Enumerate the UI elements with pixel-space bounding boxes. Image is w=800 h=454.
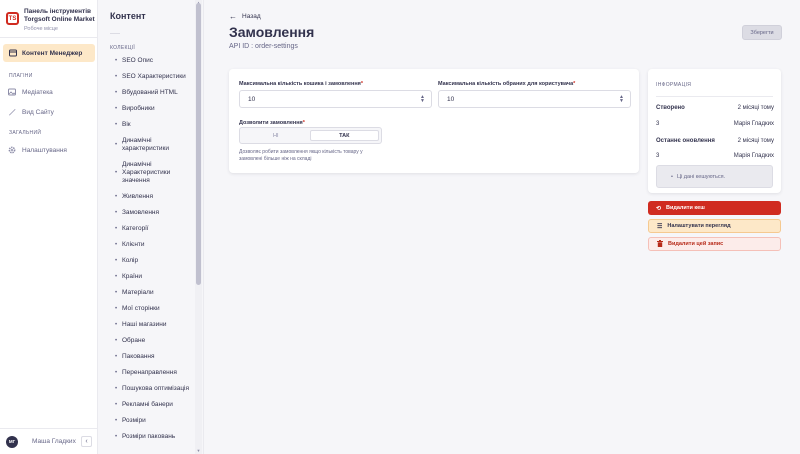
divider: [656, 96, 773, 97]
main-nav: TS Панель інструментів Torgsoft Online M…: [0, 0, 98, 454]
user-footer: МГ Маша Гладких ‹: [0, 428, 98, 454]
list-item[interactable]: • Живлення: [98, 193, 203, 201]
nav-item-settings[interactable]: Налаштування: [8, 144, 67, 156]
list-item[interactable]: • Розміри: [98, 417, 203, 425]
brand-title-line2: Torgsoft Online Market: [24, 16, 95, 23]
list-item[interactable]: • Країни: [98, 273, 203, 281]
allow-orders-hint: Дозволяє робити замовлення якщо кількіст…: [239, 149, 363, 162]
brand: TS Панель інструментів Torgsoft Online M…: [0, 0, 97, 38]
configure-preview-button[interactable]: ☰ Налаштувати перегляд: [648, 219, 781, 233]
nav-item-label: Контент Менеджер: [22, 49, 83, 57]
trash-icon: [657, 239, 663, 249]
nav-item-site-view[interactable]: Вид Сайту: [8, 106, 54, 118]
list-item[interactable]: • Клієнти: [98, 241, 203, 249]
divider: [110, 33, 120, 34]
max-cart-input[interactable]: 10 ▲ ▼: [239, 90, 432, 108]
sidebar-scroll-thumb[interactable]: [196, 3, 201, 285]
list-item[interactable]: • Вбудований HTML: [98, 89, 203, 97]
content-sidebar: Контент КОЛЕКЦІЇ 27 •SEO Опис •SEO Харак…: [98, 0, 204, 454]
allow-orders-toggle[interactable]: НІ ТАК: [239, 127, 382, 144]
brush-icon: [8, 108, 16, 116]
brand-subtitle: Робоче місце: [24, 26, 58, 32]
nav-item-label: Налаштування: [22, 146, 67, 154]
max-favorites-input[interactable]: 10 ▲ ▼: [438, 90, 631, 108]
list-item[interactable]: • Вік: [98, 121, 203, 129]
list-item[interactable]: • SEO Опис: [98, 57, 203, 65]
number-stepper-icon[interactable]: ▲ ▼: [420, 95, 425, 104]
brand-text: Панель інструментів Torgsoft Online Mark…: [24, 8, 95, 37]
nav-section-plugins: ПЛАГІНИ: [9, 73, 33, 79]
info-card: ІНФОРМАЦІЯ Створено 2 місяці тому 3 Марі…: [648, 69, 781, 193]
nav-item-content-manager[interactable]: Контент Менеджер: [3, 44, 95, 62]
chevron-left-icon: ‹: [85, 438, 88, 445]
list-item[interactable]: • Мої сторінки: [98, 305, 203, 313]
list-item[interactable]: • Обране: [98, 337, 203, 345]
delete-entry-button[interactable]: Видалити цей запис: [648, 237, 781, 251]
clear-cache-button[interactable]: ⟲ Видалити кеш: [648, 201, 781, 215]
list-item[interactable]: • Рекламні банери: [98, 401, 203, 409]
image-icon: [8, 88, 16, 96]
list-item[interactable]: • Наші магазини: [98, 321, 203, 329]
collections-list: • SEO Опис • SEO Характеристики • Вбудовани…: [98, 57, 203, 449]
max-cart-label: Максимальна кількість кошика і замовленн…: [239, 81, 364, 87]
nav-item-label: Вид Сайту: [22, 108, 54, 116]
list-item[interactable]: • Колір: [98, 257, 203, 265]
list-item[interactable]: • Матеріали: [98, 289, 203, 297]
bullet-icon: •: [671, 173, 673, 180]
allow-orders-label: Дозволити замовлення*: [239, 120, 305, 126]
info-title: ІНФОРМАЦІЯ: [656, 82, 692, 88]
api-id: API ID : order-settings: [229, 43, 298, 50]
list-item[interactable]: • Виробники: [98, 105, 203, 113]
list-item[interactable]: • Замовлення: [98, 209, 203, 217]
updated-by-row: 3 Марія Гладких: [656, 153, 774, 159]
list-item[interactable]: • Динамічні Характеристики значення: [98, 161, 198, 185]
torgsoft-logo-icon: TS: [6, 12, 19, 25]
nav-item-media-library[interactable]: Медіатека: [8, 86, 53, 98]
number-stepper-icon[interactable]: ▲ ▼: [619, 95, 624, 104]
list-item[interactable]: • Динамічні характеристики: [98, 137, 198, 153]
gear-icon: [8, 146, 16, 154]
max-favorites-label: Максимальна кількість обраних для корист…: [438, 81, 576, 87]
save-button[interactable]: Зберегти: [742, 25, 782, 40]
list-icon: ☰: [657, 223, 663, 230]
refresh-icon: ⟲: [656, 205, 662, 212]
collapse-nav-button[interactable]: ‹: [81, 436, 92, 447]
settings-form-card: Максимальна кількість кошика і замовленн…: [229, 69, 639, 173]
brand-title-line1: Панель інструментів: [24, 8, 92, 15]
nav-item-label: Медіатека: [22, 88, 53, 96]
list-item[interactable]: • SEO Характеристики: [98, 73, 203, 81]
arrow-left-icon: ←: [229, 12, 237, 21]
back-label: Назад: [242, 13, 261, 20]
created-by-row: 3 Марія Гладких: [656, 121, 774, 127]
back-link[interactable]: ← Назад: [229, 12, 261, 21]
content-sidebar-title: Контент: [110, 11, 146, 21]
list-item[interactable]: • Категорії: [98, 225, 203, 233]
max-cart-value: 10: [248, 95, 256, 103]
cache-note: • Ці дані кешуються.: [656, 165, 773, 188]
nav-section-general: ЗАГАЛЬНИЙ: [9, 130, 42, 136]
max-favorites-value: 10: [447, 95, 455, 103]
content-manager-icon: [9, 49, 17, 57]
updated-row: Останнє оновлення 2 місяці тому: [656, 138, 774, 144]
avatar[interactable]: МГ: [6, 435, 18, 448]
page-title: Замовлення: [229, 24, 315, 40]
user-name[interactable]: Маша Гладких: [32, 438, 76, 445]
scroll-down-arrow-icon[interactable]: ▼: [196, 448, 201, 453]
list-item[interactable]: • Паковання: [98, 353, 203, 361]
collections-label: КОЛЕКЦІЇ: [110, 45, 136, 51]
list-item[interactable]: • Розміри паковань: [98, 433, 203, 441]
toggle-option-no[interactable]: НІ: [242, 130, 310, 141]
toggle-option-yes[interactable]: ТАК: [309, 130, 379, 141]
created-row: Створено 2 місяці тому: [656, 105, 774, 111]
list-item[interactable]: • Перенаправлення: [98, 369, 203, 377]
list-item[interactable]: • Пошукова оптимізація: [98, 385, 203, 393]
